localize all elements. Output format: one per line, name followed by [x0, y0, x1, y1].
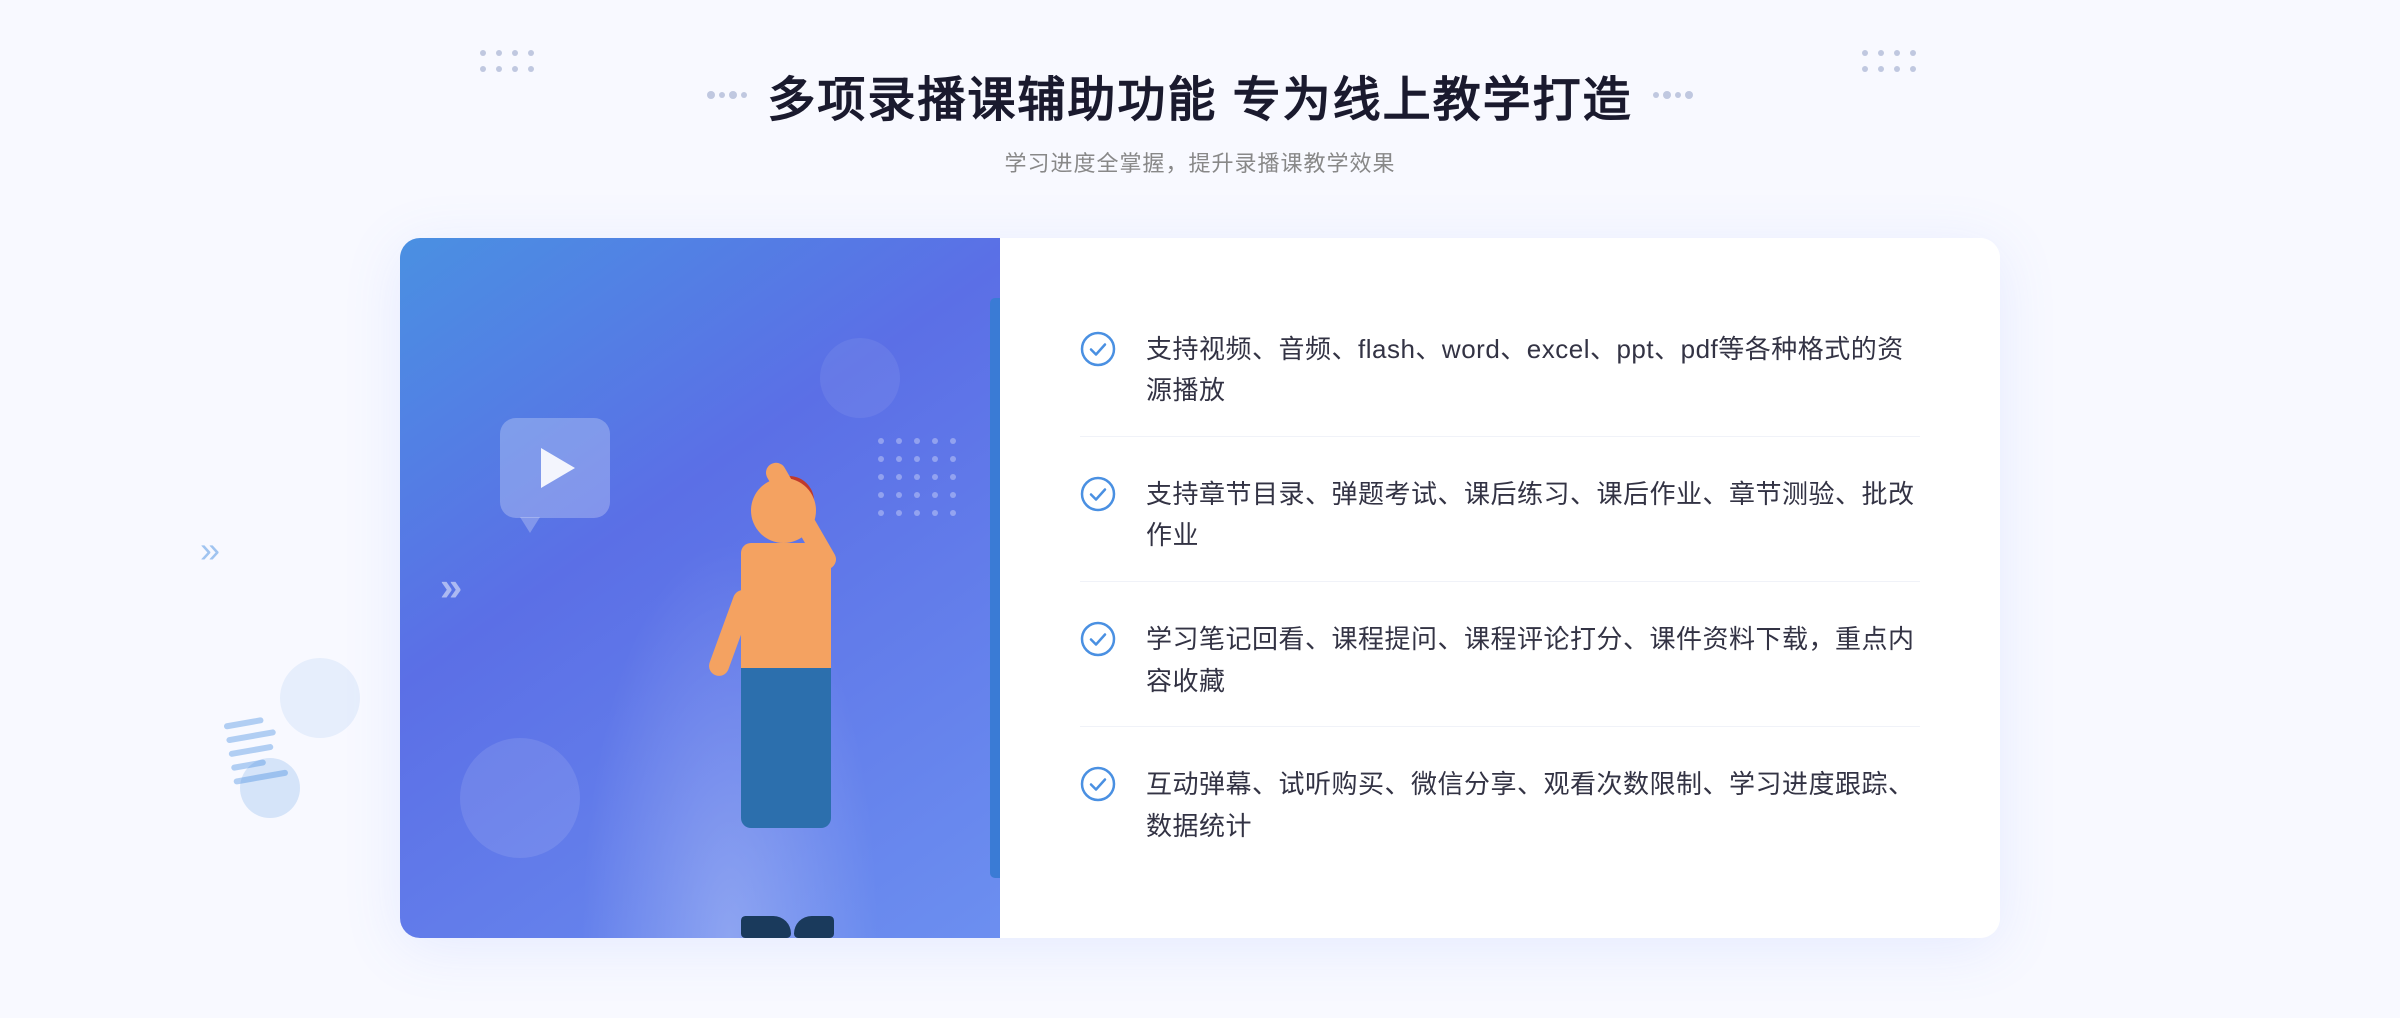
check-icon-4	[1080, 766, 1116, 802]
chevron-illustration: »	[440, 566, 462, 611]
features-panel: 支持视频、音频、flash、word、excel、ppt、pdf等各种格式的资源…	[1000, 238, 2000, 938]
play-bubble	[500, 418, 610, 518]
deco-circle-2	[820, 338, 900, 418]
feature-text-2: 支持章节目录、弹题考试、课后练习、课后作业、章节测验、批改作业	[1146, 474, 1920, 557]
header-section: 多项录播课辅助功能 专为线上教学打造 学习进度全掌握，提升录播课教学效果	[707, 60, 1692, 178]
person-figure	[616, 418, 896, 938]
page-container: 多项录播课辅助功能 专为线上教学打造 学习进度全掌握，提升录播课教学效果 »	[0, 0, 2400, 1018]
corner-dots-right	[1862, 50, 1920, 76]
figure-shoe-left	[741, 916, 791, 938]
illustration-panel: »	[400, 238, 1000, 938]
check-icon-3	[1080, 621, 1116, 657]
accent-bar	[990, 298, 1000, 878]
feature-item-1: 支持视频、音频、flash、word、excel、ppt、pdf等各种格式的资源…	[1080, 305, 1920, 437]
figure-body	[741, 543, 831, 673]
title-deco-right	[1653, 91, 1693, 99]
feature-item-3: 学习笔记回看、课程提问、课程评论打分、课件资料下载，重点内容收藏	[1080, 595, 1920, 727]
figure-container	[616, 418, 896, 938]
figure-pants	[741, 668, 831, 828]
corner-dots-left	[480, 50, 538, 76]
title-deco-left	[707, 91, 747, 99]
content-area: »	[400, 238, 2000, 938]
check-icon-2	[1080, 476, 1116, 512]
check-icon-1	[1080, 331, 1116, 367]
chevron-left-deco: »	[200, 529, 220, 571]
feature-item-2: 支持章节目录、弹题考试、课后练习、课后作业、章节测验、批改作业	[1080, 450, 1920, 582]
subtitle: 学习进度全掌握，提升录播课教学效果	[707, 146, 1692, 178]
main-title: 多项录播课辅助功能 专为线上教学打造	[767, 60, 1632, 130]
play-icon	[541, 448, 575, 488]
deco-circle-1	[460, 738, 580, 858]
feature-text-3: 学习笔记回看、课程提问、课程评论打分、课件资料下载，重点内容收藏	[1146, 619, 1920, 702]
feature-text-1: 支持视频、音频、flash、word、excel、ppt、pdf等各种格式的资源…	[1146, 329, 1920, 412]
feature-text-4: 互动弹幕、试听购买、微信分享、观看次数限制、学习进度跟踪、数据统计	[1146, 764, 1920, 847]
feature-item-4: 互动弹幕、试听购买、微信分享、观看次数限制、学习进度跟踪、数据统计	[1080, 740, 1920, 871]
circle-deco-1	[240, 758, 300, 818]
figure-shoe-right	[794, 916, 834, 938]
title-row: 多项录播课辅助功能 专为线上教学打造	[707, 60, 1692, 130]
circle-deco-2	[280, 658, 360, 738]
